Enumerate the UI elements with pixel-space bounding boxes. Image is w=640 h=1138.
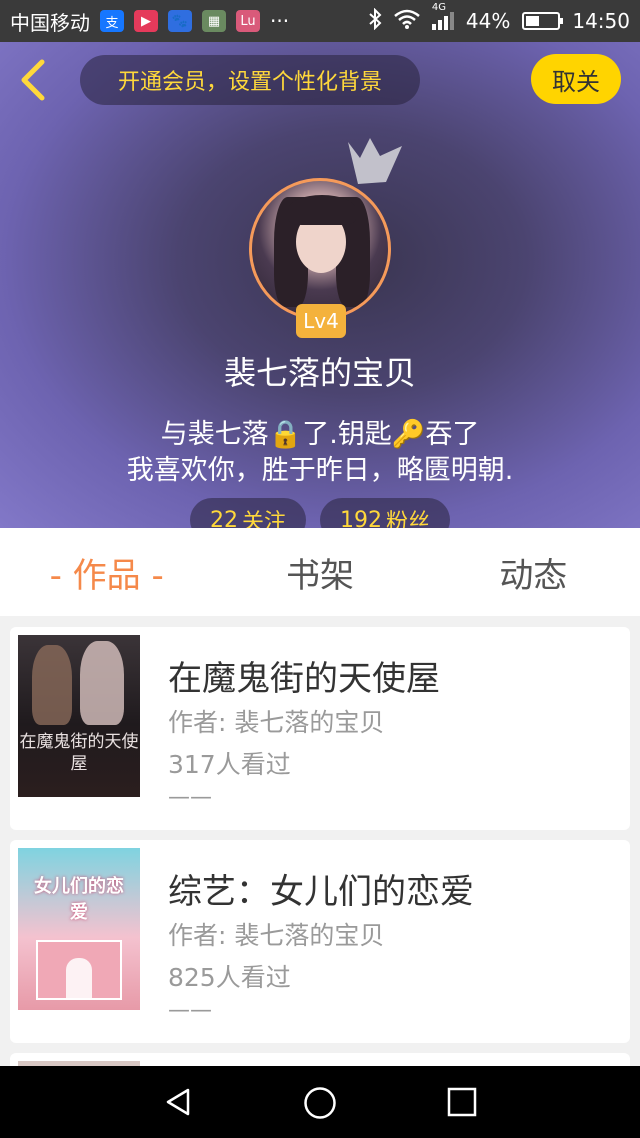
more-notifications-icon: ··· xyxy=(270,9,290,33)
battery-percent: 44% xyxy=(465,9,511,33)
book-cover-title: 女儿们的恋爱 xyxy=(34,876,124,923)
video-app-icon: ▶ xyxy=(134,10,158,32)
alipay-icon: 支 xyxy=(100,10,124,32)
tab-works[interactable]: - 作品 - xyxy=(0,528,213,616)
work-card[interactable]: 在魔鬼街的天使屋 在魔鬼街的天使屋 作者: 裴七落的宝贝 317人看过 —— xyxy=(10,627,630,830)
battery-icon xyxy=(522,12,564,30)
tab-activity[interactable]: 动态 xyxy=(427,528,640,616)
work-card[interactable] xyxy=(10,1053,630,1066)
work-extra: —— xyxy=(168,998,212,1023)
username: 裴七落的宝贝 xyxy=(223,354,416,392)
battery-fill xyxy=(526,16,540,26)
following-button[interactable]: 22 关注 xyxy=(190,498,306,528)
work-views: 317人看过 xyxy=(168,750,291,779)
work-card[interactable]: 女儿们的恋爱 综艺：女儿们的恋爱 作者: 裴七落的宝贝 825人看过 —— xyxy=(10,840,630,1043)
book-cover: 在魔鬼街的天使屋 xyxy=(18,635,140,797)
nav-recents-icon[interactable] xyxy=(447,1087,477,1117)
bluetooth-icon xyxy=(368,7,382,35)
work-title: 综艺：女儿们的恋爱 xyxy=(168,872,474,912)
work-author: 作者: 裴七落的宝贝 xyxy=(168,921,385,950)
lofter-icon: Lu xyxy=(236,10,260,32)
work-extra: —— xyxy=(168,785,212,810)
work-author: 作者: 裴七落的宝贝 xyxy=(168,708,385,737)
vip-background-button[interactable]: 开通会员，设置个性化背景 xyxy=(80,55,420,105)
bio-line-1: 与裴七落🔒了.钥匙🔑吞了 xyxy=(160,419,480,450)
status-bar: 中国移动 支 ▶ 🐾 ▦ Lu ··· 4G 44% 14:50 xyxy=(0,0,640,42)
unfollow-button[interactable]: 取关 xyxy=(531,54,621,104)
baidu-icon: 🐾 xyxy=(168,10,192,32)
fans-count: 192 xyxy=(339,507,382,529)
network-type: 4G xyxy=(431,2,447,13)
crown-icon xyxy=(348,138,402,184)
fans-button[interactable]: 192 粉丝 xyxy=(320,498,450,528)
bio-line-2: 我喜欢你，胜于昨日，略匮明朝. xyxy=(126,455,514,486)
back-button[interactable] xyxy=(14,56,54,104)
wifi-icon xyxy=(394,9,420,34)
chevron-left-icon xyxy=(21,59,45,101)
following-count: 22 xyxy=(209,507,238,529)
fans-label: 粉丝 xyxy=(385,510,430,528)
work-title: 在魔鬼街的天使屋 xyxy=(168,659,440,699)
tab-bookshelf[interactable]: 书架 xyxy=(213,528,426,616)
avatar[interactable] xyxy=(249,178,391,320)
game-app-icon: ▦ xyxy=(202,10,226,32)
book-cover: 女儿们的恋爱 xyxy=(18,848,140,1010)
nav-home-icon[interactable] xyxy=(303,1086,337,1120)
level-badge: Lv4 xyxy=(296,304,346,338)
carrier-name: 中国移动 xyxy=(10,10,90,35)
book-cover-title: 在魔鬼街的天使屋 xyxy=(19,732,139,774)
work-views: 825人看过 xyxy=(168,963,291,992)
nav-back-icon[interactable] xyxy=(162,1086,194,1118)
profile-header: 开通会员，设置个性化背景 取关 Lv4 裴七落的宝贝 与裴七落🔒了.钥匙🔑吞了 … xyxy=(0,42,640,528)
system-nav-bar xyxy=(0,1066,640,1138)
clock: 14:50 xyxy=(572,9,630,33)
profile-tabs: - 作品 - 书架 动态 xyxy=(0,528,640,616)
following-label: 关注 xyxy=(241,510,286,528)
signal-icon: 4G xyxy=(431,2,454,30)
